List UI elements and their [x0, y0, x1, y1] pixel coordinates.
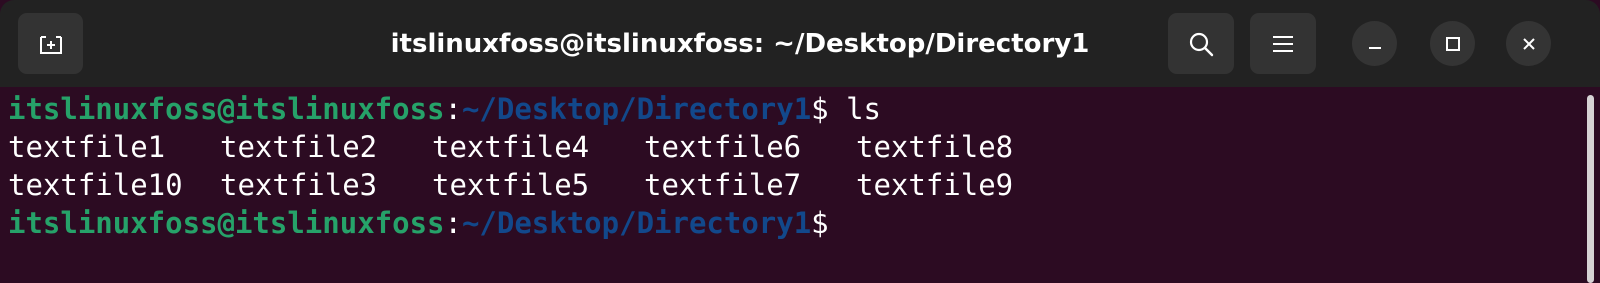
minimize-button[interactable] — [1352, 21, 1397, 66]
file-name: textfile4 — [432, 130, 590, 164]
prompt-line: itslinuxfoss@itslinuxfoss:~/Desktop/Dire… — [8, 204, 1568, 242]
new-tab-icon — [38, 32, 64, 56]
prompt-user: itslinuxfoss@itslinuxfoss — [8, 92, 445, 126]
file-name: textfile8 — [856, 130, 1014, 164]
search-button[interactable] — [1168, 13, 1234, 74]
prompt-path: ~/Desktop/Directory1 — [461, 92, 812, 126]
terminal-output[interactable]: itslinuxfoss@itslinuxfoss:~/Desktop/Dire… — [8, 90, 1568, 283]
ls-output-row: textfile10 textfile3 textfile5 textfile7… — [8, 166, 1568, 204]
hamburger-menu-icon — [1271, 33, 1295, 55]
title-bar: itslinuxfoss@itslinuxfoss: ~/Desktop/Dir… — [0, 0, 1600, 87]
file-name: textfile10 — [8, 168, 183, 202]
new-tab-button[interactable] — [18, 13, 83, 74]
prompt-separator: : — [444, 92, 462, 126]
file-name: textfile7 — [644, 168, 802, 202]
file-name: textfile2 — [220, 130, 378, 164]
prompt-dollar: $ — [811, 206, 829, 240]
command-line: itslinuxfoss@itslinuxfoss:~/Desktop/Dire… — [8, 90, 1568, 128]
file-name: textfile1 — [8, 130, 166, 164]
command-text: ls — [828, 92, 882, 126]
file-name: textfile3 — [220, 168, 378, 202]
close-button[interactable] — [1506, 21, 1551, 66]
prompt-dollar: $ — [811, 92, 829, 126]
file-name: textfile6 — [644, 130, 802, 164]
file-name: textfile9 — [856, 168, 1014, 202]
minimize-icon — [1367, 36, 1383, 52]
file-name: textfile5 — [432, 168, 590, 202]
close-icon — [1521, 36, 1537, 52]
terminal-window: itslinuxfoss@itslinuxfoss: ~/Desktop/Dir… — [0, 0, 1600, 283]
prompt-user: itslinuxfoss@itslinuxfoss — [8, 206, 445, 240]
search-icon — [1187, 30, 1215, 58]
scrollbar[interactable] — [1587, 95, 1594, 283]
ls-output-row: textfile1 textfile2 textfile4 textfile6 … — [8, 128, 1568, 166]
maximize-button[interactable] — [1430, 21, 1475, 66]
prompt-path: ~/Desktop/Directory1 — [461, 206, 812, 240]
maximize-icon — [1445, 36, 1461, 52]
prompt-separator: : — [444, 206, 462, 240]
window-title: itslinuxfoss@itslinuxfoss: ~/Desktop/Dir… — [390, 29, 1090, 59]
menu-button[interactable] — [1250, 13, 1316, 74]
